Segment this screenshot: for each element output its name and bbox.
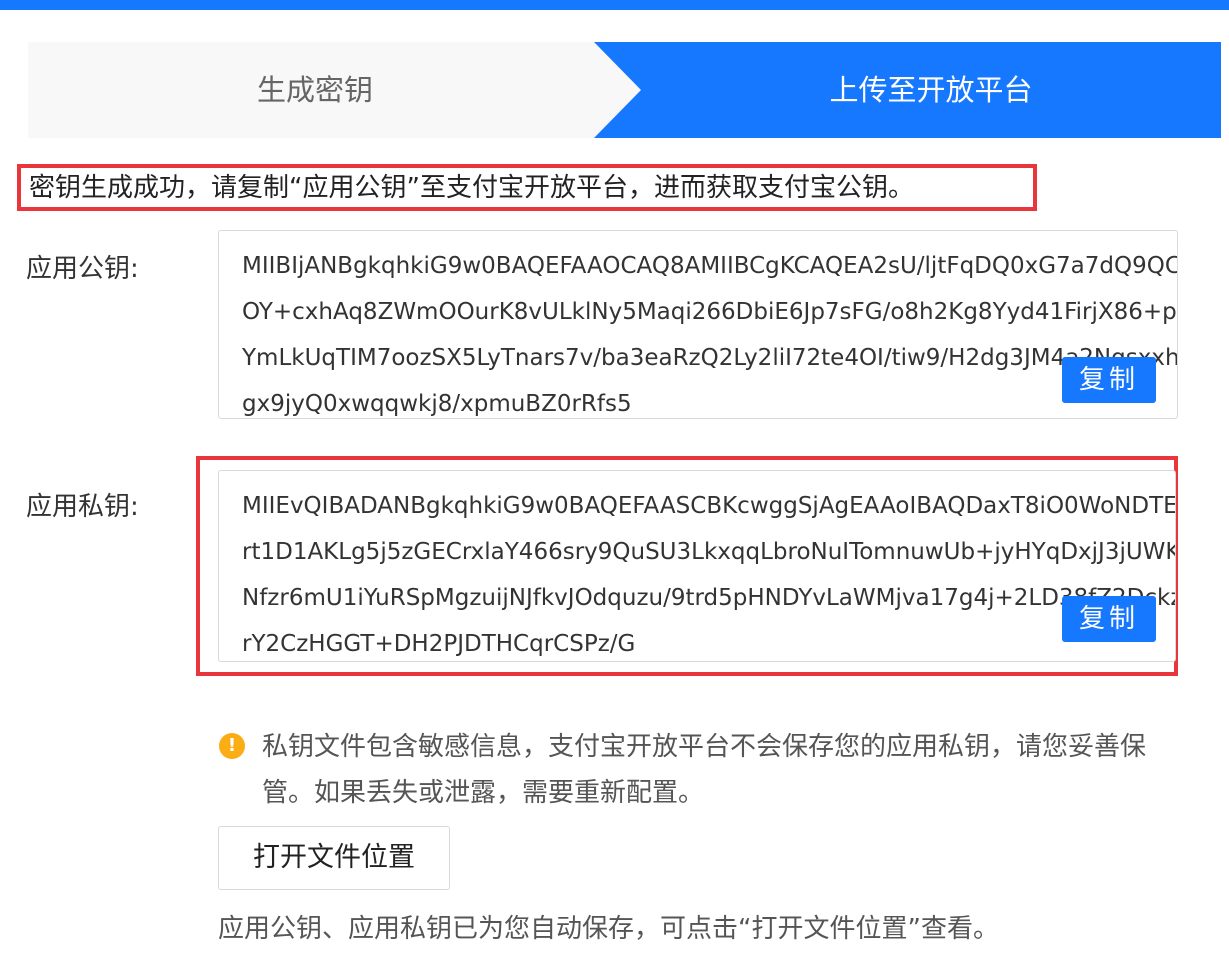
step-indicator: 生成密钥 上传至开放平台 xyxy=(28,42,1221,138)
success-notice-text: 密钥生成成功，请复制“应用公钥”至支付宝开放平台，进而获取支付宝公钥。 xyxy=(29,173,914,203)
copy-public-key-button[interactable]: 复制 xyxy=(1062,357,1156,403)
public-key-label: 应用公钥: xyxy=(26,254,139,284)
auto-save-hint: 应用公钥、应用私钥已为您自动保存，可点击“打开文件位置”查看。 xyxy=(218,914,999,944)
copy-private-key-button[interactable]: 复制 xyxy=(1062,596,1156,642)
exclamation-circle-icon: ! xyxy=(219,733,245,759)
success-notice: 密钥生成成功，请复制“应用公钥”至支付宝开放平台，进而获取支付宝公钥。 xyxy=(17,164,1037,211)
step-upload-platform-label: 上传至开放平台 xyxy=(829,73,1033,107)
private-key-label: 应用私钥: xyxy=(26,492,139,522)
public-key-value[interactable]: MIIBIjANBgkqhkiG9w0BAQEFAAOCAQ8AMIIBCgKC… xyxy=(242,243,1177,418)
public-key-field[interactable]: MIIBIjANBgkqhkiG9w0BAQEFAAOCAQ8AMIIBCgKC… xyxy=(218,230,1178,419)
step-generate-key-label: 生成密钥 xyxy=(256,73,373,107)
private-key-highlight: MIIEvQIBADANBgkqhkiG9w0BAQEFAASCBKcwggSj… xyxy=(196,456,1178,676)
private-key-field[interactable]: MIIEvQIBADANBgkqhkiG9w0BAQEFAASCBKcwggSj… xyxy=(218,470,1176,662)
open-file-location-button[interactable]: 打开文件位置 xyxy=(218,826,450,890)
top-accent-bar xyxy=(0,0,1229,10)
step-upload-platform: 上传至开放平台 xyxy=(594,42,1221,138)
private-key-value[interactable]: MIIEvQIBADANBgkqhkiG9w0BAQEFAASCBKcwggSj… xyxy=(242,483,1175,661)
step-generate-key: 生成密钥 xyxy=(28,42,648,138)
private-key-warning: 私钥文件包含敏感信息，支付宝开放平台不会保存您的应用私钥，请您妥善保管。如果丢失… xyxy=(262,732,1147,808)
